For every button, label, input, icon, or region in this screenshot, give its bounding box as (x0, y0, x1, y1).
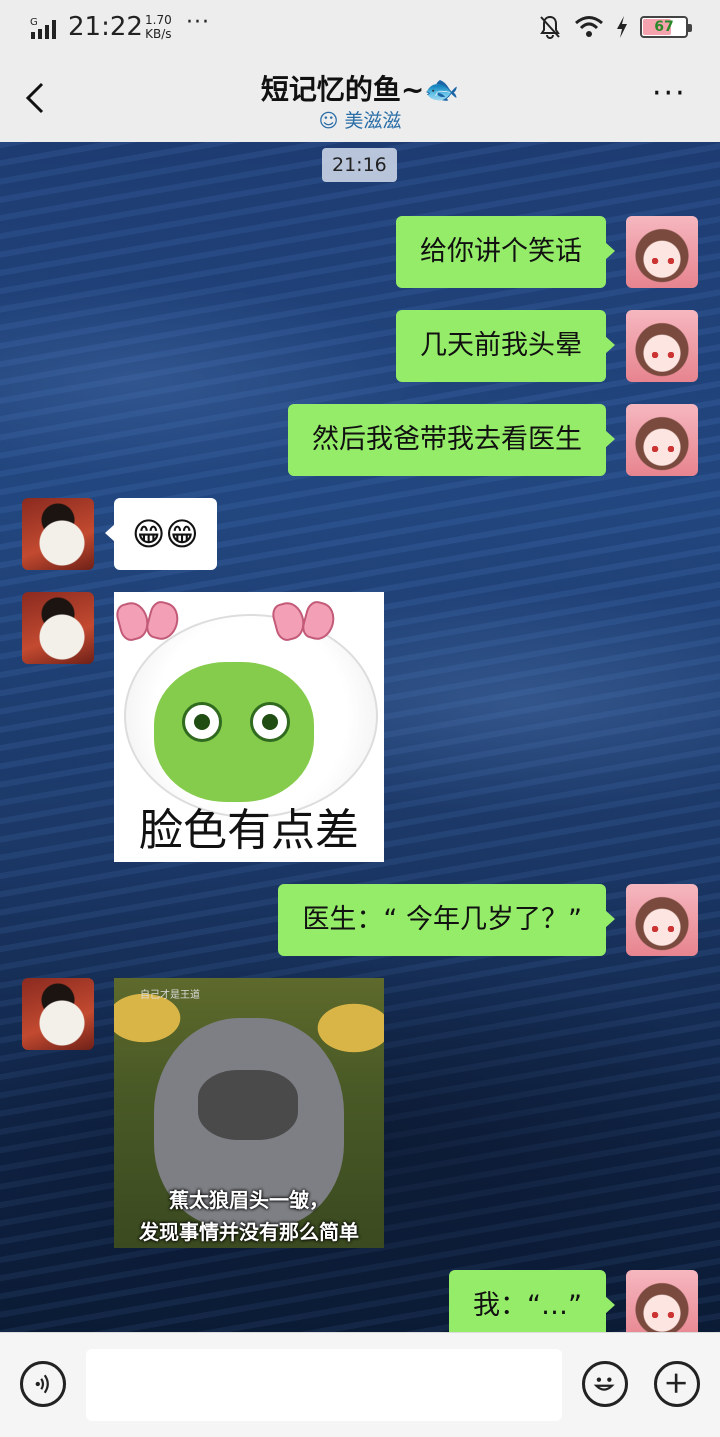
message-bubble-sent[interactable]: 给你讲个笑话 (396, 216, 615, 288)
sticker-character-face (198, 1070, 298, 1140)
message-bubble-received[interactable]: 😁😁 (105, 498, 217, 570)
avatar-eyes (652, 446, 674, 452)
battery-cap (688, 24, 692, 32)
emoji-button[interactable] (582, 1361, 628, 1407)
sticker-caption-line: 蕉太狼眉头一皱， (169, 1188, 329, 1212)
speed-value: 1.70 (145, 13, 172, 27)
wifi-icon (575, 16, 603, 37)
sticker-message[interactable]: 自己才是王道 蕉太狼眉头一皱， 发现事情并没有那么简单 (114, 978, 384, 1248)
clock: 21:22 (68, 12, 143, 42)
my-avatar[interactable] (626, 310, 698, 382)
battery-level: 67 (654, 19, 674, 35)
chat-area[interactable]: 21:16 给你讲个笑话 几天前我头晕 然后我爸带我去看医生 😁😁 脸色有点差 … (0, 142, 720, 1332)
avatar-eyes (652, 926, 674, 932)
my-avatar[interactable] (626, 884, 698, 956)
network-speed: 1.70 KB/s (145, 13, 172, 41)
bell-off-icon (540, 15, 560, 39)
more-button[interactable]: ··· (652, 79, 692, 109)
chat-title[interactable]: 短记忆的鱼~🐟 (0, 68, 720, 108)
message-bubble-sent[interactable]: 然后我爸带我去看医生 (288, 404, 615, 476)
smile-emoji-icon: ☺ (318, 110, 345, 132)
more-notifications: ··· (186, 10, 210, 35)
message-bubble-sent[interactable]: 医生：“ 今年几岁了？” (278, 884, 615, 956)
chat-header: 短记忆的鱼~🐟 ☺ 美滋滋 ··· (0, 56, 720, 142)
network-type: G (30, 17, 38, 28)
voice-icon (35, 1381, 40, 1387)
chat-status-text: 美滋滋 (344, 110, 402, 132)
speed-unit: KB/s (145, 27, 172, 41)
battery-icon: 67 (640, 16, 692, 38)
message-timestamp: 21:16 (322, 148, 397, 182)
sticker-caption-line: 发现事情并没有那么简单 (139, 1220, 359, 1244)
contact-avatar[interactable] (22, 498, 94, 570)
avatar-eyes (652, 1312, 674, 1318)
contact-avatar[interactable] (22, 978, 94, 1050)
my-avatar[interactable] (626, 1270, 698, 1332)
message-bubble-sent[interactable]: 我：“…” (449, 1270, 615, 1332)
input-bar (0, 1332, 720, 1437)
contact-avatar[interactable] (22, 592, 94, 664)
more-actions-button[interactable] (654, 1361, 700, 1407)
voice-button[interactable] (20, 1361, 66, 1407)
avatar-eyes (652, 352, 674, 358)
my-avatar[interactable] (626, 404, 698, 476)
sticker-face (154, 662, 314, 802)
charging-icon (617, 16, 627, 38)
sticker-bow-right (274, 596, 334, 642)
message-bubble-sent[interactable]: 几天前我头晕 (396, 310, 615, 382)
sticker-tag: 自己才是王道 (140, 990, 200, 1001)
my-avatar[interactable] (626, 216, 698, 288)
sticker-caption: 脸色有点差 (139, 805, 359, 856)
sticker-bow-left (118, 596, 178, 642)
status-icons: 67 (538, 14, 692, 40)
status-bar: G 21:22 1.70 KB/s ··· 67 (0, 0, 720, 56)
signal-icon: G (30, 17, 56, 39)
avatar-eyes (652, 258, 674, 264)
sticker-eye-right (250, 702, 290, 742)
sticker-message[interactable]: 脸色有点差 (114, 592, 384, 862)
emoji-icon (596, 1377, 602, 1382)
chat-status[interactable]: ☺ 美滋滋 (0, 106, 720, 133)
sticker-eye-left (182, 702, 222, 742)
message-input[interactable] (86, 1349, 562, 1421)
